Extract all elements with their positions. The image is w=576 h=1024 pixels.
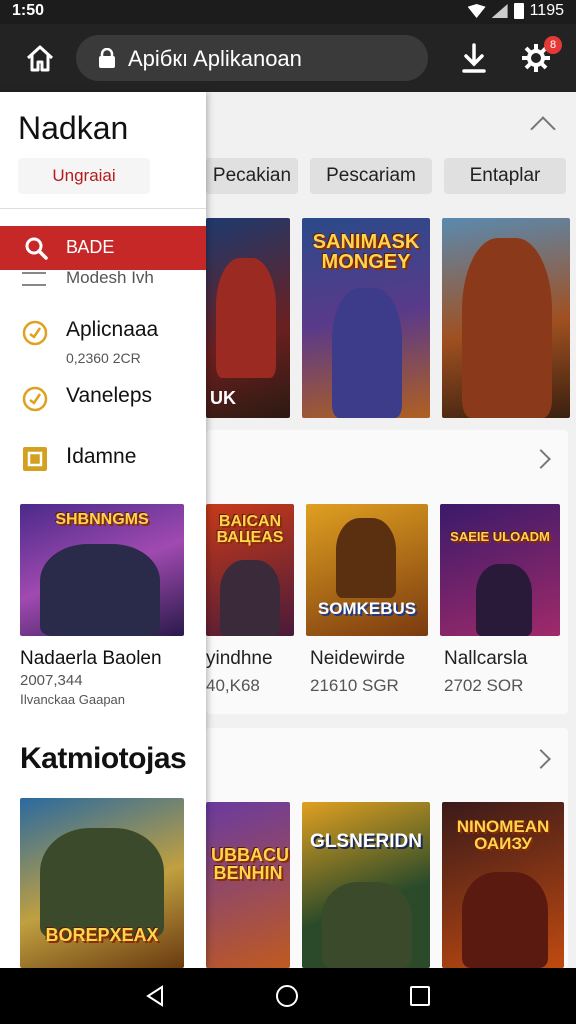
address-text: Apiбкı Aplikanoan	[128, 46, 302, 71]
featured-title[interactable]: Nadaerla Baolen	[20, 648, 162, 670]
back-icon[interactable]	[144, 985, 166, 1007]
status-right-text: 1195	[529, 2, 564, 19]
home-circle-icon[interactable]	[276, 985, 298, 1007]
game-art[interactable]: SAEIE ULOADM	[440, 504, 560, 636]
drawer-item-sub: 0,2360 2CR	[66, 350, 141, 366]
drawer-item-label: Aplicnaaa	[66, 318, 159, 341]
game-title[interactable]: Neidewirde	[310, 648, 405, 670]
section-game-art[interactable]: BOREPXEAX	[20, 798, 184, 968]
game-title[interactable]: yindhne	[206, 648, 273, 670]
drawer-item-vaneleps[interactable]: Vaneleps	[0, 372, 206, 432]
chip-entaplar[interactable]: Entaplar	[444, 158, 566, 194]
signal-icon	[491, 4, 508, 18]
wifi-icon	[467, 4, 486, 18]
art-banner: GLSNERIDN	[310, 831, 422, 852]
game-meta: 2702 SOR	[444, 676, 524, 695]
grid-badge-icon	[23, 447, 47, 471]
art-banner: SHBNNGMS	[55, 511, 149, 528]
chip-pecakian[interactable]: Pecakian	[206, 158, 298, 194]
art-banner: UBBACU BENHIN	[211, 845, 290, 883]
game-row-3: UBBACU BENHIN GLSNERIDN NINOMEAN ОАИЗУ	[206, 802, 564, 968]
game-row-1: UK SANIMASK MONGEY	[206, 218, 570, 418]
drawer-sub-button[interactable]: Ungraiai	[18, 158, 150, 194]
drawer-item-label: Vaneleps	[66, 384, 153, 407]
art-caption: UK	[210, 388, 236, 408]
art-banner: SANIMASK MONGEY	[312, 231, 420, 273]
chip-pescariam[interactable]: Pescariam	[310, 158, 432, 194]
game-meta: 40,K68	[206, 676, 260, 695]
check-circle-icon	[22, 320, 48, 346]
game-art[interactable]: NINOMEAN ОАИЗУ	[442, 802, 564, 968]
list-icon	[22, 272, 46, 286]
status-icons: 1195	[467, 2, 564, 20]
address-bar[interactable]: Apiбкı Aplikanoan	[76, 35, 428, 81]
drawer-item-label[interactable]: Modesh Ivh	[66, 268, 154, 288]
game-title[interactable]: Nallcarsla	[444, 648, 527, 670]
game-art[interactable]: UBBACU BENHIN	[206, 802, 290, 968]
recents-icon[interactable]	[410, 986, 430, 1006]
status-bar: 1:50 1195	[0, 0, 576, 24]
search-icon	[25, 237, 48, 260]
game-art[interactable]: SOMKEBUS	[306, 504, 428, 636]
game-meta: 21610 SGR	[310, 676, 399, 695]
notification-badge: 8	[544, 36, 562, 54]
drawer-item-label: Ⅰdamne	[66, 445, 137, 468]
chevron-right-icon[interactable]	[531, 749, 551, 769]
home-icon[interactable]	[24, 42, 56, 74]
art-banner: BOREPXEAX	[45, 925, 159, 945]
drawer-title: Nadkan	[18, 110, 129, 146]
drawer-item-aplicnaaa[interactable]: Aplicnaaa 0,2360 2CR	[0, 306, 206, 366]
drawer-item-active[interactable]: ВАDE	[0, 226, 206, 270]
featured-game-art[interactable]: SHBNNGMS	[20, 504, 184, 636]
featured-meta: Ⅰlvanckaa Gaapan	[20, 692, 126, 707]
filter-chips: Pecakian Pescariam Entaplar	[206, 158, 566, 194]
drawer-item-label: ВАDE	[66, 237, 115, 257]
section-title: Katmiotojas	[20, 742, 187, 775]
system-nav-bar	[0, 968, 576, 1024]
game-art[interactable]: BAICAN ВАЦЕАS	[206, 504, 294, 636]
drawer-item-idamne[interactable]: Ⅰdamne	[0, 432, 206, 492]
check-circle-icon	[22, 386, 48, 412]
chevron-right-icon[interactable]	[531, 449, 551, 469]
divider	[0, 208, 206, 209]
chevron-up-icon[interactable]	[530, 116, 556, 142]
art-banner: SAEIE ULOADM	[450, 529, 550, 544]
featured-meta: 2007,344	[20, 672, 83, 689]
art-banner: SOMKEBUS	[317, 599, 417, 618]
art-banner: NINOMEAN ОАИЗУ	[456, 817, 550, 853]
lock-icon	[99, 48, 115, 68]
battery-icon	[513, 3, 524, 19]
download-icon[interactable]	[460, 42, 488, 74]
art-banner: BAICAN ВАЦЕАS	[216, 513, 284, 546]
game-art[interactable]	[442, 218, 570, 418]
game-art[interactable]: GLSNERIDN	[302, 802, 430, 968]
browser-toolbar: Apiбкı Aplikanoan 8	[0, 24, 576, 92]
game-row-2: BAICAN ВАЦЕАS SOMKEBUS SAEIE ULOADM	[206, 504, 560, 636]
game-art[interactable]: SANIMASK MONGEY	[302, 218, 430, 418]
status-time: 1:50	[12, 2, 45, 19]
game-art[interactable]: UK	[206, 218, 290, 418]
navigation-drawer: Nadkan Ungraiai ВАDE Modesh Ivh Aplicnaa…	[0, 92, 206, 968]
